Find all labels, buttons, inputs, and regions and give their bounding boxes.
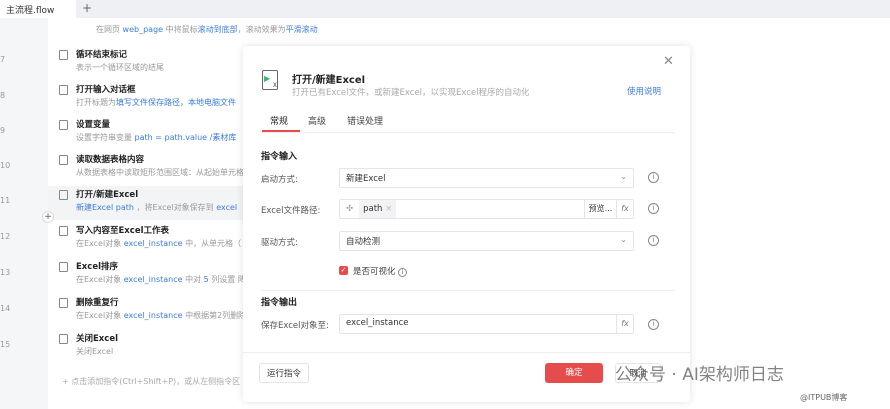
step-open-excel[interactable]: 打开/新建Excel 新建Excel path ，将Excel对象保存到 exce… [48, 186, 243, 220]
file-path-label: Excel文件路径: [261, 206, 321, 216]
dialog-title: 打开/新建Excel [292, 75, 366, 86]
python-icon: ✣ [346, 204, 354, 214]
line-gutter: 7 8 9 10 11 12 13 14 15 [0, 18, 48, 409]
driver-label: 驱动方式: [261, 238, 298, 248]
visible-checkbox[interactable]: ✓ [339, 266, 348, 275]
excel-file-icon [59, 190, 68, 200]
open-excel-dialog: ▶ X 打开/新建Excel 打开已有Excel文件，或新建Excel，以实现Ex… [243, 46, 690, 402]
step-description: 在网页 web_page 中将鼠标滚动到底部，滚动效果为平滑滚动 [96, 25, 318, 34]
dialog-icon [59, 85, 68, 95]
chevron-down-icon: ⌄ [620, 172, 627, 181]
step-excel-sort[interactable]: Excel排序 在Excel对象 excel_instance 中对 5 列设置 … [56, 258, 246, 292]
excel-file-icon: ▶ X [262, 70, 278, 90]
confirm-button[interactable]: 确定 [545, 363, 603, 383]
file-path-input[interactable]: ✣ path × 预览... fx [339, 199, 634, 219]
insert-step-button[interactable]: + [42, 211, 54, 223]
step-write-excel[interactable]: 写入内容至Excel工作表 在Excel对象 excel_instance 中，从… [56, 222, 246, 256]
dialog-subtitle: 打开已有Excel文件，或新建Excel，以实现Excel程序的自动化 [292, 88, 530, 98]
line-number: 8 [0, 91, 6, 100]
add-step-hint[interactable]: + 点击添加指令(Ctrl+Shift+P)，或从左侧指令区 [62, 376, 240, 387]
line-number: 10 [0, 161, 11, 170]
fx-icon[interactable]: fx [616, 200, 633, 218]
visible-label: 是否可视化 i [353, 265, 408, 277]
tab-bar: 主流程.flow + [0, 0, 890, 18]
run-command-button[interactable]: 运行指令 [259, 363, 309, 383]
save-object-input[interactable]: excel_instance fx [339, 314, 634, 334]
info-icon[interactable]: i [648, 235, 659, 246]
chevron-down-icon: ⌄ [620, 235, 627, 244]
line-number: 7 [0, 55, 6, 64]
step-close-excel[interactable]: 关闭Excel 关闭Excel [56, 330, 246, 364]
info-icon[interactable]: i [648, 172, 659, 183]
tab-error-handling[interactable]: 错误处理 [347, 114, 383, 127]
input-section-title: 指令输入 [261, 152, 298, 162]
divider [261, 132, 675, 133]
path-chip: path × [359, 200, 397, 218]
add-tab-button[interactable]: + [82, 1, 92, 15]
fx-icon[interactable]: fx [616, 315, 633, 333]
sort-icon [59, 262, 68, 272]
close-icon[interactable]: ✕ [663, 54, 674, 69]
dedupe-icon [59, 298, 68, 308]
help-link[interactable]: 使用说明 [627, 85, 661, 97]
line-number: 11 [0, 196, 11, 205]
step-set-variable[interactable]: 设置变量 设置字符串变量 path = path.value /素材库 [56, 116, 246, 150]
table-icon [59, 155, 68, 165]
loop-icon [59, 50, 68, 60]
divider [243, 352, 690, 353]
info-icon[interactable]: i [648, 319, 659, 330]
watermark-site: @ITPUB博客 [800, 393, 848, 402]
info-icon: i [398, 268, 408, 277]
line-number: 9 [0, 126, 6, 135]
step-loop-end[interactable]: 循环结束标记 表示一个循环区域的结尾 [56, 46, 246, 80]
line-number: 13 [0, 268, 11, 277]
watermark: 公众号 · AI架构师日志 [615, 365, 784, 385]
line-number: 15 [0, 340, 11, 349]
excel-close-icon [59, 334, 68, 344]
variable-icon [59, 120, 68, 130]
divider [261, 290, 675, 291]
tab-main-flow[interactable]: 主流程.flow [0, 0, 76, 18]
output-section-title: 指令输出 [261, 298, 298, 308]
tab-general[interactable]: 常规 [270, 114, 288, 127]
step-read-table[interactable]: 读取数据表格内容 从数据表格中读取矩形范围区域：从起始单元格 [56, 151, 246, 185]
info-icon[interactable]: i [648, 203, 659, 214]
line-number: 14 [0, 304, 11, 313]
excel-write-icon [59, 226, 68, 236]
step-remove-duplicates[interactable]: 删除重复行 在Excel对象 excel_instance 中根据第2列删除 [56, 294, 246, 328]
step-open-input-dialog[interactable]: 打开输入对话框 打开标题为填写文件保存路径，本地电脑文件 [56, 81, 246, 115]
launch-mode-select[interactable]: 新建Excel ⌄ [339, 168, 634, 188]
tab-advanced[interactable]: 高级 [308, 114, 326, 127]
line-number: 12 [0, 232, 11, 241]
launch-mode-label: 启动方式: [261, 175, 298, 185]
preview-button[interactable]: 预览... [584, 200, 616, 218]
save-object-label: 保存Excel对象至: [261, 321, 329, 331]
driver-select[interactable]: 自动检测 ⌄ [339, 231, 634, 251]
remove-chip-icon: × [385, 204, 393, 214]
